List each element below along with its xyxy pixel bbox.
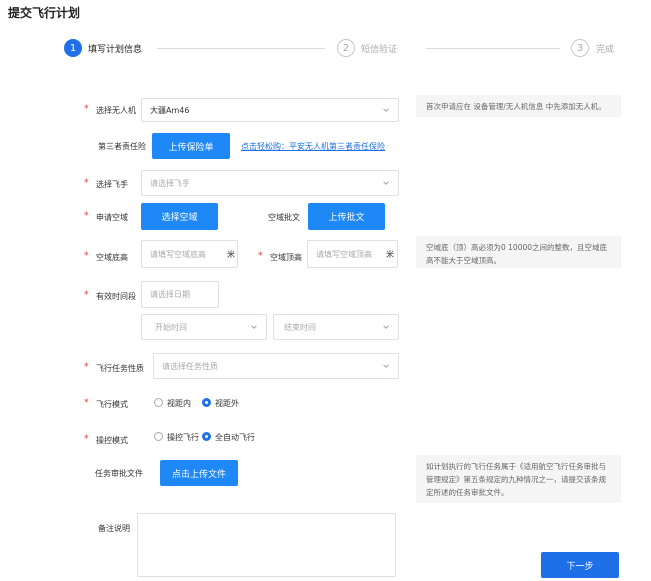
ceiling-placeholder: 请填写空域顶高: [316, 249, 372, 259]
end-time-select[interactable]: 结束时间: [273, 314, 399, 340]
radio-full-auto[interactable]: [202, 432, 211, 441]
required-mark: *: [84, 398, 89, 408]
required-mark: *: [84, 104, 89, 114]
upload-insurance-button[interactable]: 上传保险单: [152, 133, 230, 159]
required-mark: *: [84, 211, 89, 221]
radio-visual-range[interactable]: [154, 398, 163, 407]
chevron-down-icon: [383, 108, 389, 112]
required-mark: *: [258, 251, 263, 261]
start-time-select[interactable]: 开始时间: [141, 314, 267, 340]
remarks-textarea[interactable]: [137, 513, 396, 577]
airspace-approval-label: 空域批文: [268, 213, 300, 222]
task-file-note-line-2: 管理规定》第五条规定的九种情况之一，请提交该条规: [426, 475, 606, 484]
page-title: 提交飞行计划: [8, 6, 81, 20]
required-mark: *: [84, 362, 89, 372]
drone-label: 选择无人机: [96, 106, 136, 115]
required-mark: *: [84, 290, 89, 300]
step-divider: [157, 48, 325, 49]
task-nature-select[interactable]: 请选择任务性质: [153, 353, 399, 379]
date-placeholder: 请选择日期: [150, 290, 190, 299]
chevron-down-icon: [383, 364, 389, 368]
drone-select[interactable]: 大疆Am46: [141, 98, 399, 122]
step-2-label: 短信验证: [361, 45, 398, 55]
task-file-note: 如计划执行的飞行任务属于《适用航空飞行任务审批与 管理规定》第五条规定的九种情况…: [416, 455, 621, 503]
drone-select-value: 大疆Am46: [150, 105, 190, 115]
height-note-line-2: 高不能大于空域顶高。: [426, 256, 501, 265]
next-step-button[interactable]: 下一步: [541, 552, 619, 578]
control-mode-label: 操控模式: [96, 436, 128, 445]
upload-approval-button[interactable]: 上传批文: [308, 203, 385, 230]
task-file-note-line-3: 定所述的任务审批文件。: [426, 488, 509, 497]
radio-full-auto-label: 全自动飞行: [215, 433, 255, 442]
floor-label: 空域底高: [96, 253, 128, 262]
step-2-circle: 2: [337, 39, 355, 57]
step-3-label: 完成: [596, 45, 615, 55]
step-1-circle: 1: [64, 39, 82, 57]
pilot-select[interactable]: 请选择飞手: [141, 170, 399, 196]
step-divider: [426, 48, 560, 49]
radio-beyond-visual-range[interactable]: [202, 398, 211, 407]
start-time-placeholder: 开始时间: [155, 322, 187, 332]
chevron-down-icon: [383, 325, 389, 329]
pilot-select-placeholder: 请选择飞手: [150, 178, 190, 188]
ceiling-label: 空域顶高: [270, 253, 302, 262]
radio-beyond-visual-range-label: 视距外: [215, 399, 239, 408]
upload-file-button[interactable]: 点击上传文件: [160, 460, 238, 486]
floor-unit: 米: [227, 250, 235, 259]
required-mark: *: [84, 178, 89, 188]
pilot-label: 选择飞手: [96, 180, 128, 189]
floor-height-input[interactable]: 请填写空域底高: [141, 240, 238, 268]
height-note: 空域底（顶）高必须为0 10000之间的整数，且空域底 高不能大于空域顶高。: [416, 236, 621, 268]
required-mark: *: [84, 251, 89, 261]
floor-placeholder: 请填写空域底高: [150, 249, 206, 259]
drone-note: 首次申请应在 设备管理/无人机信息 中先添加无人机。: [416, 95, 621, 117]
radio-visual-range-label: 视距内: [167, 399, 191, 408]
flight-mode-label: 飞行模式: [96, 400, 128, 409]
step-3-circle: 3: [571, 39, 589, 57]
remarks-label: 备注说明: [98, 524, 130, 533]
task-file-note-line-1: 如计划执行的飞行任务属于《适用航空飞行任务审批与: [426, 462, 606, 471]
date-input[interactable]: 请选择日期: [141, 281, 219, 308]
height-note-line-1: 空域底（顶）高必须为0 10000之间的整数，且空域底: [426, 243, 608, 252]
chevron-down-icon: [383, 181, 389, 185]
end-time-placeholder: 结束时间: [284, 322, 316, 332]
task-placeholder: 请选择任务性质: [162, 361, 218, 371]
insurance-purchase-link[interactable]: 点击轻松购：平安无人机第三者责任保险: [241, 141, 385, 152]
task-label: 飞行任务性质: [96, 364, 144, 373]
insurance-label: 第三者责任险: [98, 142, 146, 151]
step-1-label: 填写计划信息: [88, 45, 143, 55]
required-mark: *: [84, 434, 89, 444]
task-file-label: 任务审批文件: [95, 469, 143, 478]
radio-manual-control-label: 操控飞行: [167, 433, 199, 442]
period-label: 有效时间段: [96, 292, 136, 301]
chevron-down-icon: [251, 325, 257, 329]
radio-manual-control[interactable]: [154, 432, 163, 441]
select-airspace-button[interactable]: 选择空域: [141, 203, 218, 230]
ceiling-unit: 米: [386, 250, 394, 259]
airspace-label: 申请空域: [96, 213, 128, 222]
ceiling-height-input[interactable]: 请填写空域顶高: [307, 240, 398, 268]
